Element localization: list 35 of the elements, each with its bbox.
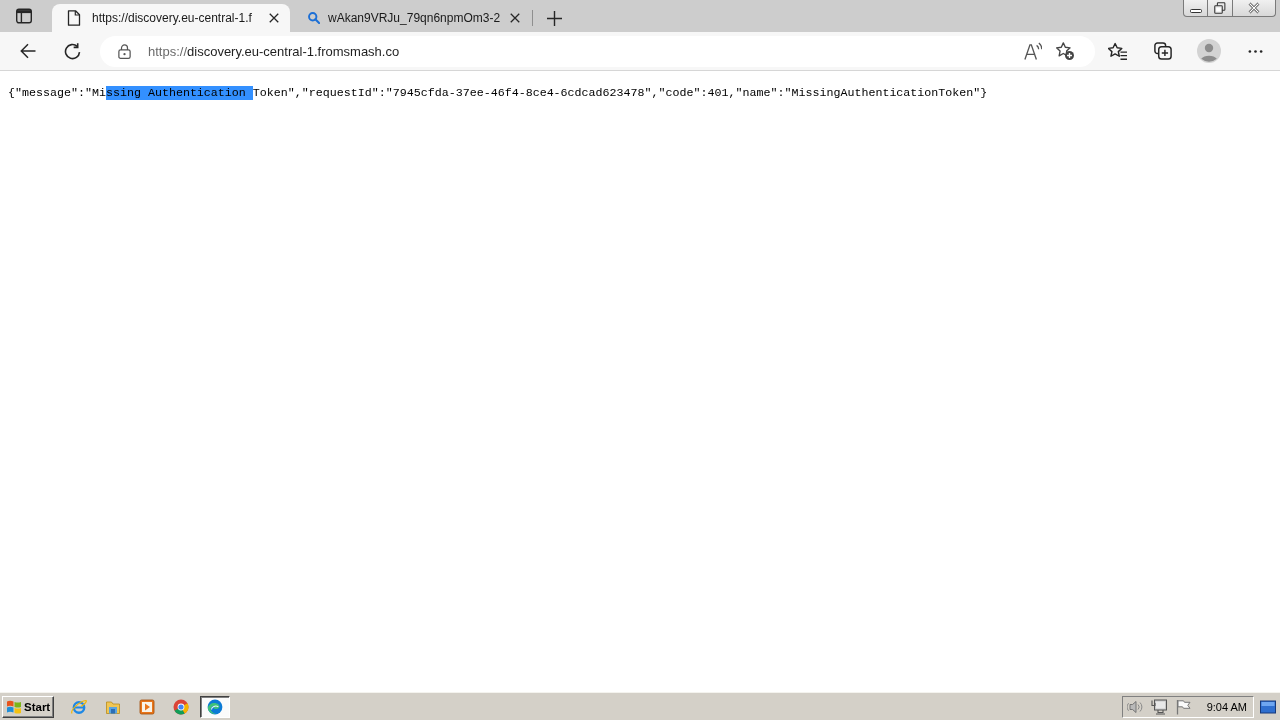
avatar-icon[interactable] <box>1197 39 1221 63</box>
address-bar[interactable]: https://discovery.eu-central-1.fromsmash.co <box>100 35 1095 67</box>
play-icon <box>139 698 155 715</box>
taskbar-button[interactable] <box>200 695 230 718</box>
close-icon[interactable] <box>269 13 279 23</box>
tab-actions-icon[interactable] <box>16 8 32 24</box>
start-button[interactable]: Start <box>2 695 54 718</box>
letter-e-icon <box>71 698 87 715</box>
lock-icon[interactable] <box>117 43 132 59</box>
refresh-icon[interactable] <box>63 42 81 60</box>
network-icon[interactable] <box>1151 698 1167 715</box>
document-icon <box>66 10 82 26</box>
close-icon <box>1248 2 1260 14</box>
back-arrow-icon[interactable] <box>20 43 36 59</box>
plus-icon[interactable] <box>547 10 562 26</box>
swirl-icon <box>207 698 223 715</box>
star-list-icon[interactable] <box>1107 41 1127 61</box>
read-aloud-icon[interactable] <box>1024 42 1042 60</box>
close-icon[interactable] <box>510 13 520 23</box>
windows-flag-icon <box>6 698 22 715</box>
browser-tab[interactable]: wAkan9VRJu_79qn6npmOm3-2 <box>293 4 531 32</box>
collections-icon[interactable] <box>1154 42 1172 60</box>
close-window-button[interactable] <box>1233 0 1276 17</box>
search-icon <box>308 12 320 24</box>
clock[interactable]: 9:04 AM <box>1206 700 1247 713</box>
show-desktop-icon[interactable] <box>1260 698 1276 715</box>
flag-icon[interactable] <box>1175 698 1191 715</box>
restore-icon <box>1214 2 1226 14</box>
star-plus-icon[interactable] <box>1056 42 1074 60</box>
browser-tab[interactable]: https://discovery.eu-central-1.f <box>52 4 290 32</box>
folder-icon <box>105 698 121 715</box>
restore-button[interactable] <box>1208 0 1233 17</box>
minimize-button[interactable] <box>1183 0 1208 17</box>
color-wheel-icon <box>173 698 189 715</box>
minimize-icon <box>1189 9 1202 13</box>
